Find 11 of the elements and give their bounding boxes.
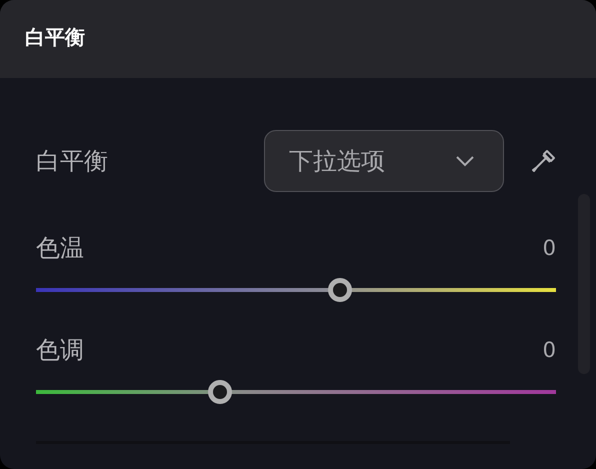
slider-value: 0 [542, 338, 556, 362]
setting-label: 白平衡 [36, 146, 108, 177]
chevron-down-icon [455, 155, 475, 167]
slider-thumb[interactable] [208, 380, 232, 404]
dropdown[interactable]: 下拉选项 [264, 130, 504, 192]
slider-label: 色温 [36, 233, 84, 264]
panel-title: 白平衡 [25, 24, 85, 50]
slider-value: 0 [542, 236, 556, 260]
slider-thumb[interactable] [328, 278, 352, 302]
eyedropper-icon[interactable] [530, 147, 558, 175]
slider-label: 色调 [36, 335, 84, 366]
